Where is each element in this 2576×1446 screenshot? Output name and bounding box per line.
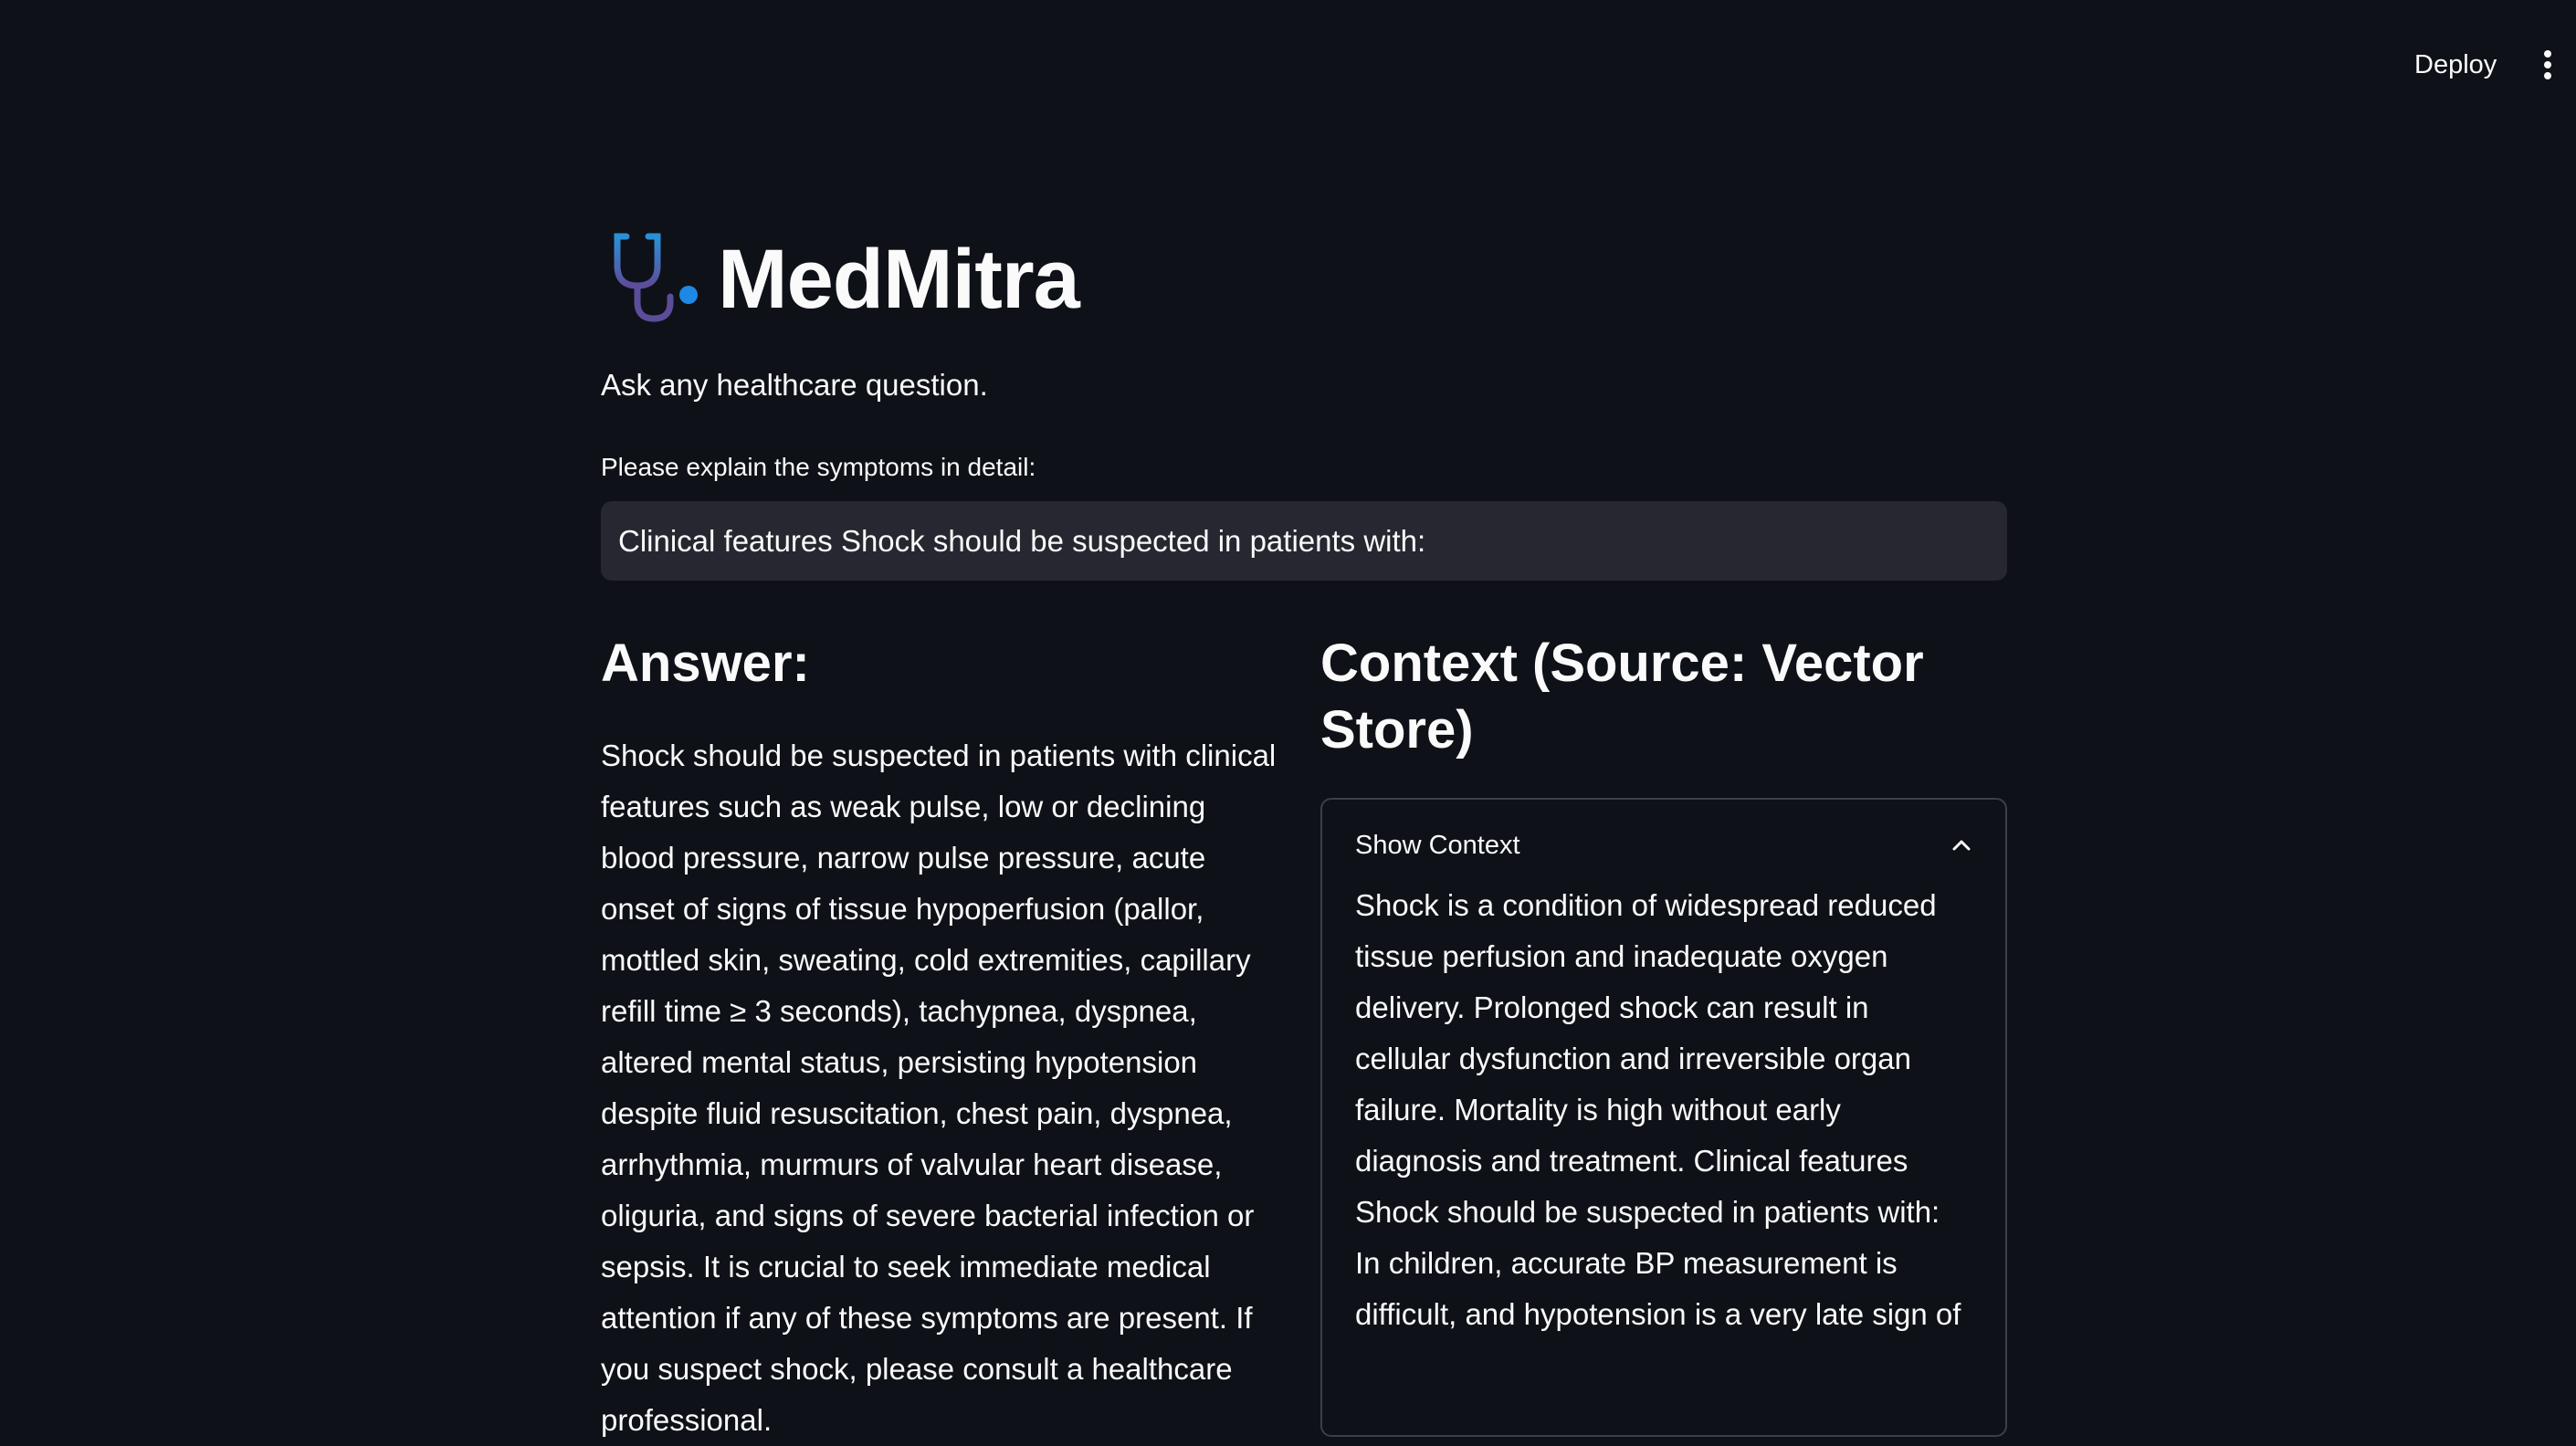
context-expander: Show Context Shock is a condition of wid… (1320, 798, 2007, 1437)
answer-column: Answer: Shock should be suspected in pat… (601, 630, 1286, 1446)
context-heading: Context (Source: Vector Store) (1320, 634, 1924, 760)
context-text: Shock is a condition of widespread reduc… (1355, 888, 1961, 1331)
chevron-up-icon (1952, 840, 1971, 851)
context-column: Context (Source: Vector Store) Show Cont… (1320, 630, 2007, 1437)
stethoscope-icon (614, 233, 698, 322)
deploy-button[interactable]: Deploy (2396, 42, 2515, 88)
app-title: MedMitra (718, 233, 1080, 326)
page-subtitle: Ask any healthcare question. (601, 368, 988, 402)
vertical-ellipsis-icon (2544, 50, 2551, 58)
answer-heading: Answer: (601, 634, 810, 693)
symptoms-input[interactable] (601, 501, 2007, 581)
top-toolbar: Deploy (0, 0, 2576, 128)
main-menu-button[interactable] (2529, 42, 2566, 88)
context-expander-label: Show Context (1355, 830, 1520, 860)
page-header: MedMitra (601, 225, 1080, 334)
context-expander-toggle[interactable]: Show Context (1322, 800, 2005, 891)
symptoms-input-label: Please explain the symptoms in detail: (601, 453, 1036, 481)
answer-text: Shock should be suspected in patients wi… (601, 739, 1277, 1437)
